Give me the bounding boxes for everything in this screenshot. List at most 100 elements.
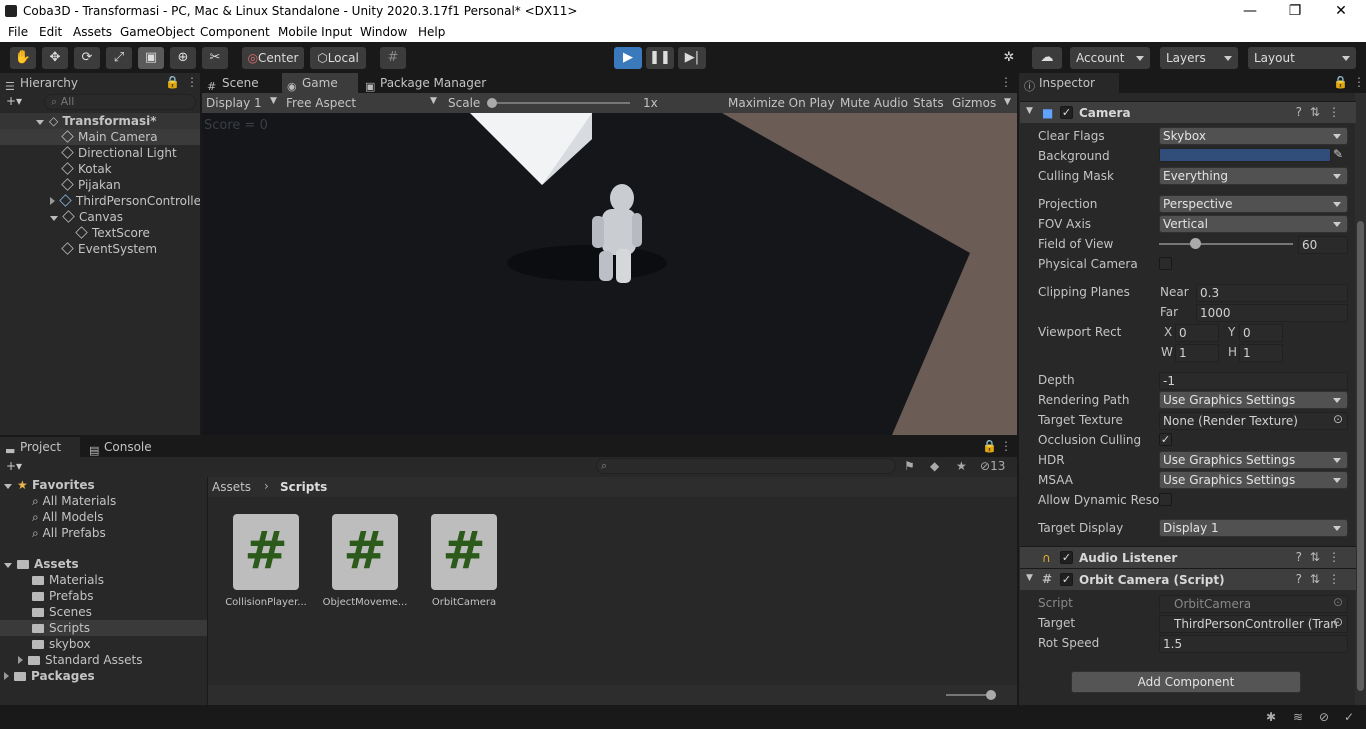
hand-tool-icon[interactable]: ✋: [10, 47, 36, 69]
folder-item[interactable]: Scripts: [0, 620, 207, 636]
collab-icon[interactable]: ✲: [996, 47, 1022, 69]
menu-assets[interactable]: Assets: [73, 25, 112, 39]
cloud-icon[interactable]: ☁: [1032, 47, 1062, 69]
viewport-w-field[interactable]: 1: [1175, 344, 1219, 362]
expand-icon[interactable]: [4, 563, 12, 568]
audio-listener-header[interactable]: ∩ ✓ Audio Listener ?⇅⋮: [1020, 546, 1356, 568]
rotate-tool-icon[interactable]: ⟳: [74, 47, 100, 69]
asset-label[interactable]: ObjectMoveme...: [317, 597, 413, 608]
pivot-local-button[interactable]: ⬡Local: [310, 47, 366, 69]
scale-tool-icon[interactable]: ⤢: [106, 47, 132, 69]
more-menu-icon[interactable]: ⋮: [1353, 75, 1365, 89]
list-item[interactable]: Main Camera: [0, 129, 200, 145]
assets-root[interactable]: Assets: [4, 556, 79, 572]
fov-axis-dropdown[interactable]: Vertical: [1159, 215, 1348, 233]
restore-button[interactable]: ❐: [1280, 2, 1310, 20]
stats-toggle[interactable]: Stats: [913, 96, 944, 110]
mute-audio-toggle[interactable]: Mute Audio: [840, 96, 908, 110]
expand-icon[interactable]: [18, 656, 23, 664]
lock-icon[interactable]: 🔒: [1333, 75, 1348, 89]
fov-field[interactable]: 60: [1298, 236, 1348, 254]
maximize-on-play-toggle[interactable]: Maximize On Play: [728, 96, 835, 110]
list-item[interactable]: Directional Light: [0, 145, 177, 161]
component-menu-icons[interactable]: ?⇅⋮: [1296, 572, 1348, 586]
step-button[interactable]: ▶|: [678, 47, 706, 69]
target-field[interactable]: ThirdPersonController (Tran: [1159, 615, 1348, 633]
play-button[interactable]: ▶: [614, 47, 642, 69]
bug-icon[interactable]: ✱: [1266, 710, 1276, 724]
chevron-down-icon[interactable]: ▼: [1004, 97, 1011, 107]
list-item[interactable]: ⌕ All Models: [32, 509, 104, 525]
menu-edit[interactable]: Edit: [39, 25, 62, 39]
create-add-icon[interactable]: +▾: [6, 459, 22, 473]
display-dropdown[interactable]: Display 1 ▼: [206, 96, 280, 110]
menu-window[interactable]: Window: [360, 25, 407, 39]
tab-scene[interactable]: # Scene: [202, 73, 280, 93]
camera-component-header[interactable]: ▼ ■ ✓ Camera ?⇅⋮: [1020, 101, 1356, 123]
clear-flags-dropdown[interactable]: Skybox: [1159, 127, 1348, 145]
game-render-view[interactable]: [202, 113, 1017, 435]
close-button[interactable]: ✕: [1326, 2, 1356, 20]
near-field[interactable]: 0.3: [1196, 284, 1348, 302]
menu-gameobject[interactable]: GameObject: [120, 25, 195, 39]
custom-tool-icon[interactable]: ✂: [202, 47, 228, 69]
add-component-button[interactable]: Add Component: [1071, 671, 1301, 693]
object-picker-icon[interactable]: ⊙: [1333, 412, 1343, 426]
hdr-dropdown[interactable]: Use Graphics Settings: [1159, 451, 1348, 469]
pivot-center-button[interactable]: ◎Center: [242, 47, 304, 69]
status-ok-icon[interactable]: ✓: [1344, 710, 1354, 724]
viewport-x-field[interactable]: 0: [1175, 324, 1219, 342]
chevron-down-icon[interactable]: ▼: [1026, 106, 1033, 116]
dynamic-resolution-checkbox[interactable]: [1159, 493, 1172, 506]
msaa-dropdown[interactable]: Use Graphics Settings: [1159, 471, 1348, 489]
layout-dropdown[interactable]: Layout: [1248, 47, 1356, 69]
packages-root[interactable]: Packages: [4, 668, 95, 684]
favorites-section[interactable]: ★ Favorites: [4, 477, 95, 493]
pause-button[interactable]: ❚❚: [646, 47, 674, 69]
grid-snap-icon[interactable]: #: [380, 47, 406, 69]
component-menu-icons[interactable]: ?⇅⋮: [1296, 550, 1348, 564]
filter-type-icon[interactable]: ⚑: [904, 459, 915, 473]
favorite-star-icon[interactable]: ★: [956, 459, 967, 473]
breadcrumb-assets[interactable]: Assets: [212, 480, 251, 494]
expand-icon[interactable]: [4, 672, 9, 680]
aspect-dropdown[interactable]: Free Aspect ▼: [286, 96, 440, 110]
list-item[interactable]: Kotak: [0, 161, 112, 177]
scene-root[interactable]: ◇ Transformasi*: [0, 113, 200, 129]
gizmos-toggle[interactable]: Gizmos: [952, 96, 996, 110]
menu-file[interactable]: File: [8, 25, 28, 39]
target-texture-field[interactable]: None (Render Texture): [1159, 412, 1348, 430]
expand-icon[interactable]: [50, 197, 55, 205]
create-add-icon[interactable]: +▾: [6, 94, 22, 108]
lock-icon[interactable]: 🔒: [982, 439, 997, 453]
breadcrumb-scripts[interactable]: Scripts: [280, 480, 327, 494]
target-display-dropdown[interactable]: Display 1: [1159, 519, 1348, 537]
script-asset-icon[interactable]: #: [431, 514, 497, 590]
chevron-down-icon[interactable]: ▼: [1026, 573, 1033, 583]
script-asset-icon[interactable]: #: [332, 514, 398, 590]
depth-field[interactable]: -1: [1159, 372, 1348, 390]
inspector-scrollbar[interactable]: [1355, 93, 1366, 705]
icon-size-slider[interactable]: [946, 690, 996, 700]
rect-tool-icon[interactable]: ▣: [138, 47, 164, 69]
camera-enabled-checkbox[interactable]: ✓: [1060, 106, 1073, 119]
folder-item[interactable]: Scenes: [32, 604, 92, 620]
rot-speed-field[interactable]: 1.5: [1159, 635, 1348, 653]
folder-item[interactable]: Standard Assets: [18, 652, 142, 668]
slider-thumb[interactable]: [986, 690, 996, 700]
auto-generate-lighting-icon[interactable]: ⊘: [1319, 710, 1329, 724]
fov-slider[interactable]: [1159, 238, 1293, 249]
account-dropdown[interactable]: Account: [1070, 47, 1150, 69]
eyedropper-icon[interactable]: ✎: [1333, 147, 1343, 161]
expand-icon[interactable]: [50, 216, 58, 221]
minimize-button[interactable]: —: [1235, 2, 1265, 20]
physical-camera-checkbox[interactable]: [1159, 257, 1172, 270]
orbit-camera-enabled-checkbox[interactable]: ✓: [1060, 573, 1073, 586]
projection-dropdown[interactable]: Perspective: [1159, 195, 1348, 213]
tab-game[interactable]: ◉ Game: [282, 73, 358, 93]
menu-help[interactable]: Help: [418, 25, 445, 39]
list-item[interactable]: ThirdPersonController: [0, 193, 200, 209]
more-menu-icon[interactable]: ⋮: [186, 75, 198, 89]
list-item[interactable]: TextScore: [0, 225, 150, 241]
hidden-packages-toggle[interactable]: ⊘13: [980, 459, 1005, 473]
